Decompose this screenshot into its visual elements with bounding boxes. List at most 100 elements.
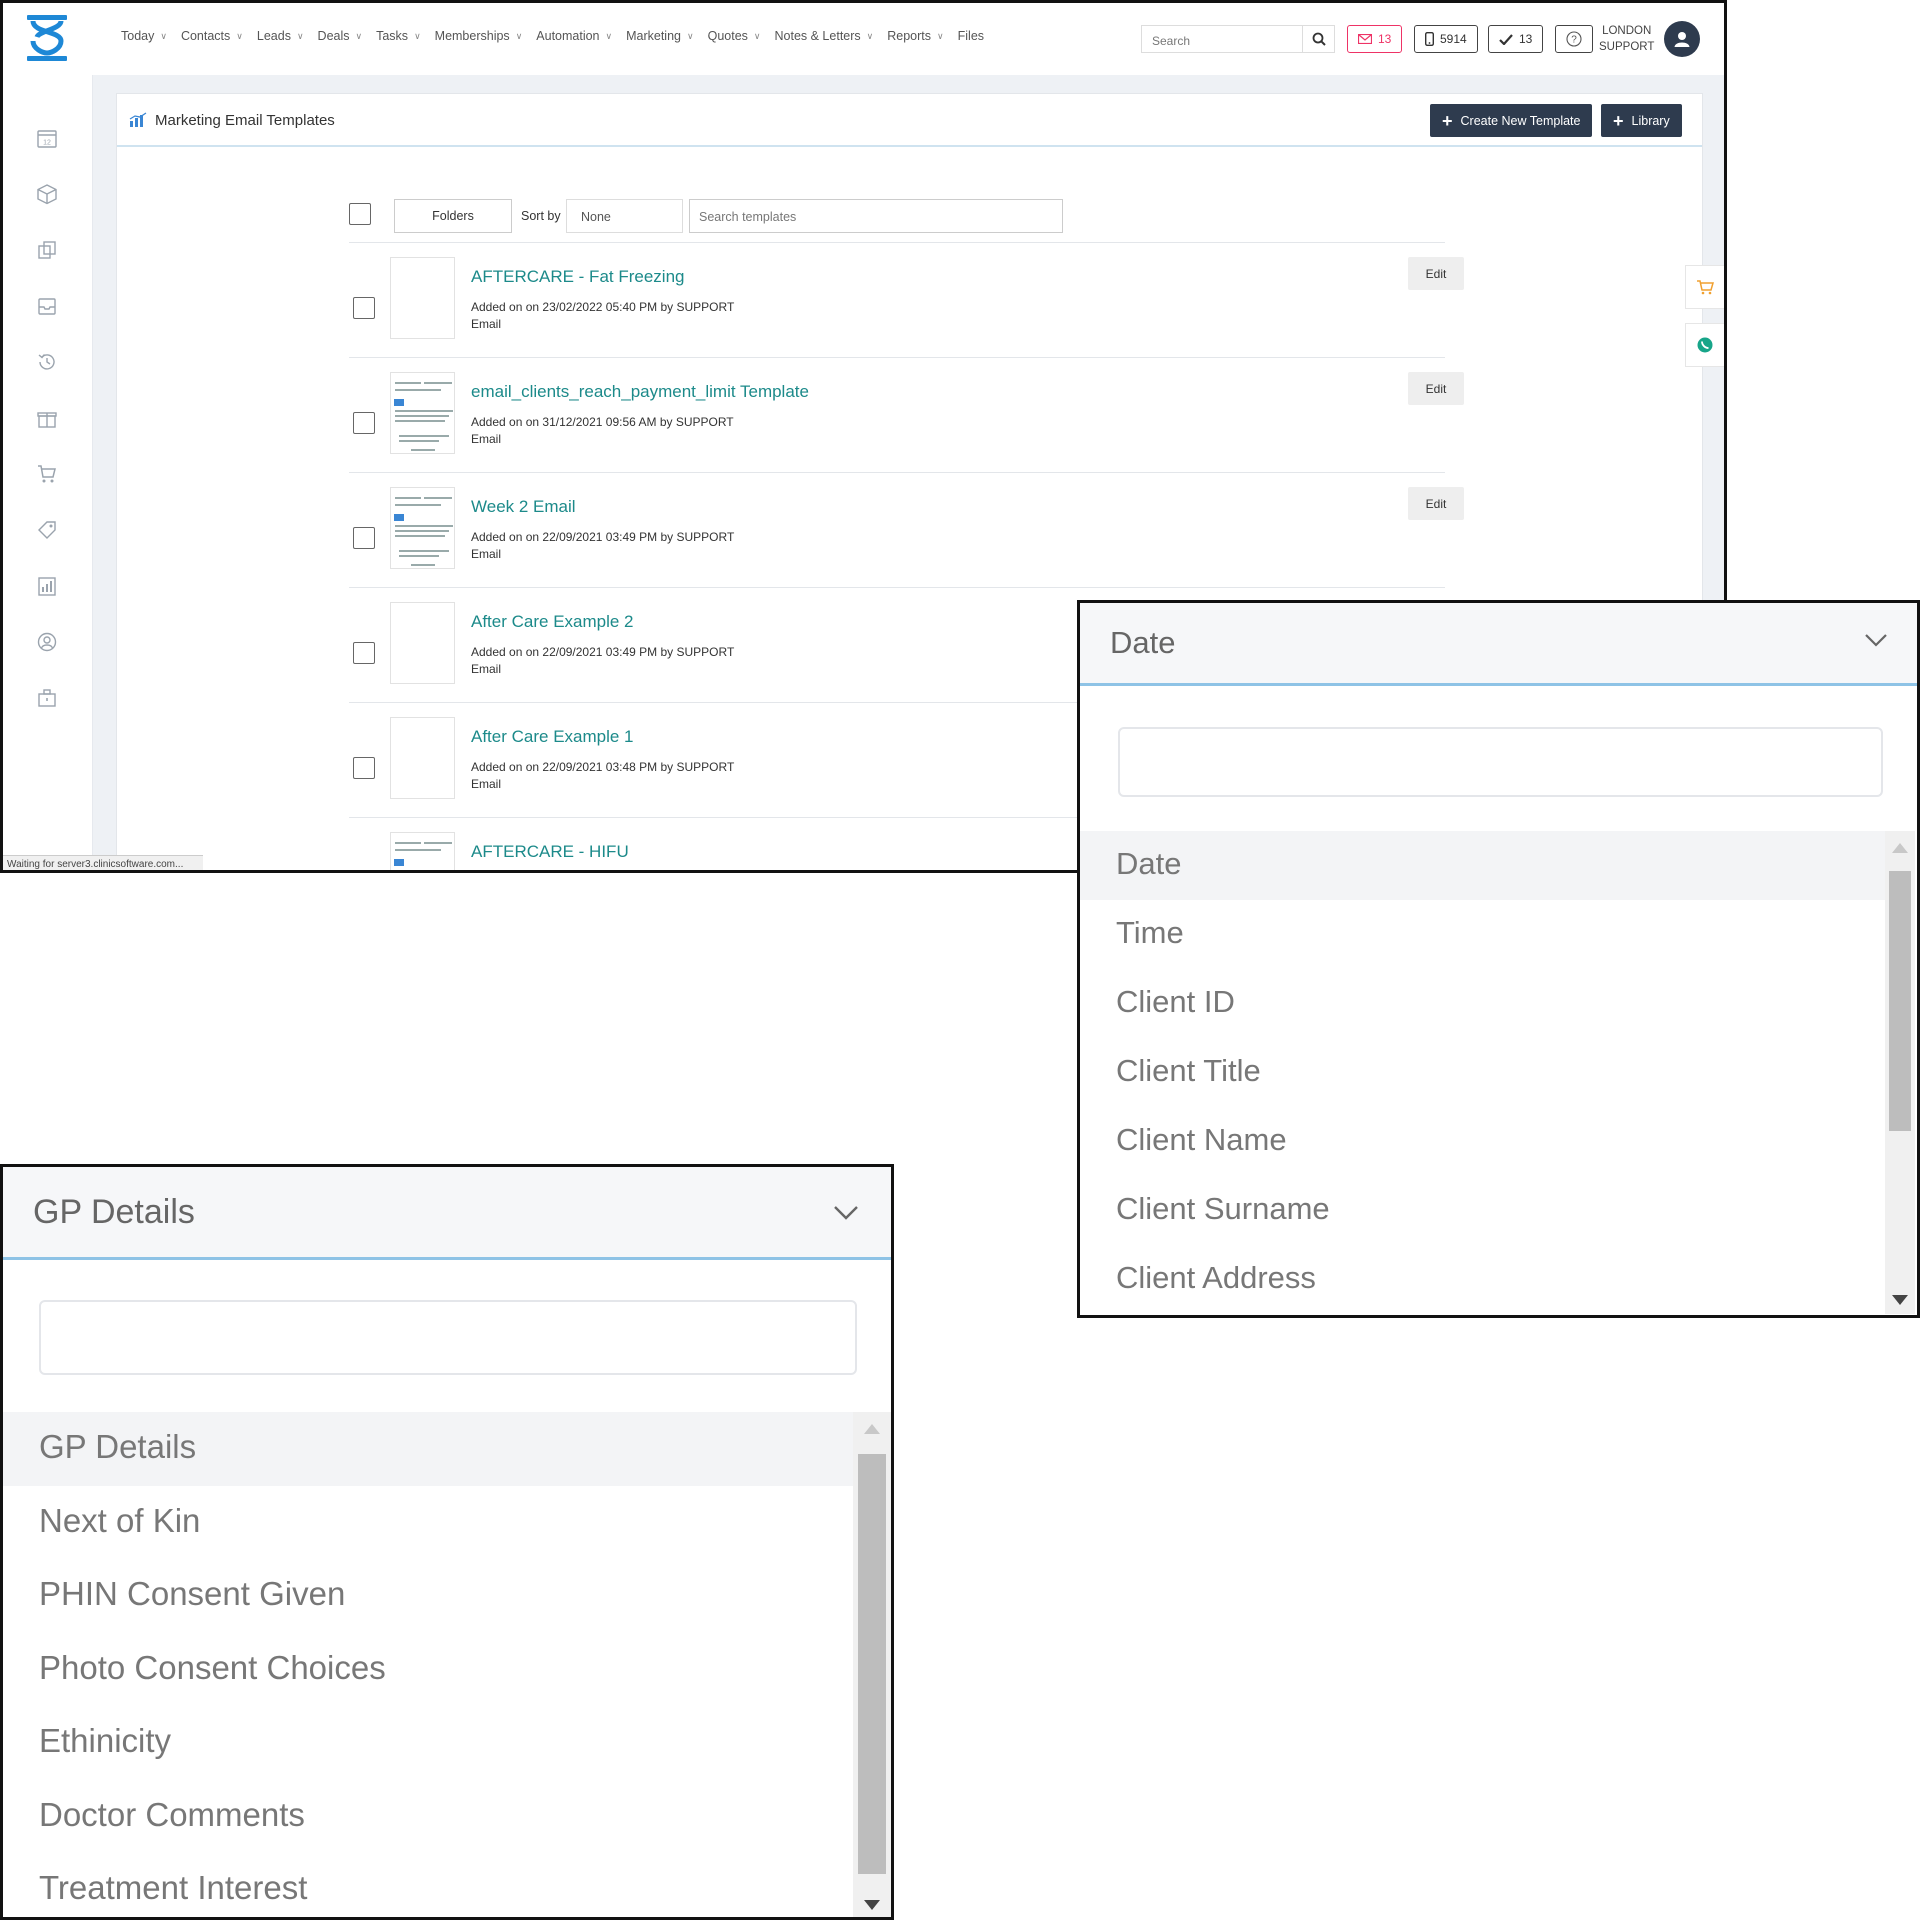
sidebar-item-box[interactable] <box>36 183 58 205</box>
nav-item-notes-letters[interactable]: Notes & Letters ∨ <box>775 29 874 43</box>
nav-item-label: Today <box>121 29 155 43</box>
search-templates-input[interactable]: Search templates <box>689 199 1063 233</box>
gp-option[interactable]: Next of Kin <box>3 1486 853 1560</box>
scroll-up-arrow-icon[interactable] <box>864 1424 880 1434</box>
folders-button[interactable]: Folders <box>394 199 512 233</box>
mail-badge[interactable]: 13 <box>1347 25 1403 53</box>
gp-list-scrollbar[interactable] <box>853 1412 891 1917</box>
template-checkbox[interactable] <box>353 872 375 873</box>
template-thumbnail[interactable] <box>390 602 455 684</box>
global-search-input[interactable]: Search <box>1141 25 1303 53</box>
date-option[interactable]: Client ID <box>1080 969 1885 1038</box>
template-name-link[interactable]: email_clients_reach_payment_limit Templa… <box>471 382 809 402</box>
date-option[interactable]: Client Address <box>1080 1245 1885 1314</box>
gp-dropdown-header[interactable]: GP Details <box>3 1167 891 1260</box>
template-added-info: Added on on 31/12/2021 09:56 AM by SUPPO… <box>471 415 734 429</box>
sidebar-item-calendar[interactable]: 12 <box>36 127 58 149</box>
whatsapp-side-tab[interactable] <box>1685 323 1724 367</box>
gp-option[interactable]: Ethinicity <box>3 1706 853 1780</box>
nav-item-label: Marketing <box>626 29 681 43</box>
sidebar-item-cart[interactable] <box>36 463 58 485</box>
chevron-down-icon: ∨ <box>515 30 523 41</box>
date-scroll-thumb[interactable] <box>1889 871 1911 1131</box>
edit-template-button[interactable]: Edit <box>1408 487 1464 520</box>
nav-item-reports[interactable]: Reports ∨ <box>887 29 943 43</box>
sort-select[interactable]: None <box>566 199 683 233</box>
template-thumbnail[interactable] <box>390 717 455 799</box>
sidebar-item-briefcase[interactable] <box>36 687 58 709</box>
select-all-checkbox[interactable] <box>349 203 371 225</box>
template-row: Week 2 Email Added on on 22/09/2021 03:49… <box>349 472 1464 587</box>
template-thumbnail[interactable] <box>390 832 455 870</box>
template-checkbox[interactable] <box>353 297 375 319</box>
user-name[interactable]: LONDON SUPPORT <box>1599 23 1654 55</box>
date-dropdown-search-input[interactable] <box>1118 727 1883 797</box>
sidebar-item-tag[interactable] <box>36 519 58 541</box>
template-thumbnail[interactable] <box>390 487 455 569</box>
search-button[interactable] <box>1303 25 1335 53</box>
nav-item-files[interactable]: Files <box>958 29 984 43</box>
sidebar-item-copy[interactable] <box>36 239 58 261</box>
date-option[interactable]: Client Name <box>1080 1107 1885 1176</box>
gp-option[interactable]: Doctor Comments <box>3 1780 853 1854</box>
gp-option[interactable]: GP Details <box>3 1412 853 1486</box>
gp-option[interactable]: Photo Consent Choices <box>3 1633 853 1707</box>
date-option[interactable]: Time <box>1080 900 1885 969</box>
template-checkbox[interactable] <box>353 527 375 549</box>
bar-chart-icon <box>129 112 147 127</box>
sidebar-item-inbox[interactable] <box>36 295 58 317</box>
template-checkbox[interactable] <box>353 412 375 434</box>
create-new-template-button[interactable]: + Create New Template <box>1430 104 1593 137</box>
template-name-link[interactable]: After Care Example 1 <box>471 727 634 747</box>
page-title: Marketing Email Templates <box>155 112 335 129</box>
scroll-down-arrow-icon[interactable] <box>1892 1295 1908 1305</box>
date-option[interactable]: Client Surname <box>1080 1176 1885 1245</box>
nav-item-label: Memberships <box>434 29 510 43</box>
nav-item-marketing[interactable]: Marketing ∨ <box>626 29 693 43</box>
gp-dropdown-search-input[interactable] <box>39 1300 857 1375</box>
template-checkbox[interactable] <box>353 642 375 664</box>
help-button[interactable]: ? <box>1555 25 1593 53</box>
nav-item-automation[interactable]: Automation ∨ <box>536 29 612 43</box>
sidebar-item-gift[interactable] <box>36 407 58 429</box>
avatar[interactable] <box>1664 21 1700 57</box>
tasks-badge[interactable]: 13 <box>1488 25 1544 53</box>
nav-item-quotes[interactable]: Quotes ∨ <box>708 29 761 43</box>
nav-item-memberships[interactable]: Memberships ∨ <box>435 29 523 43</box>
date-dropdown-header[interactable]: Date <box>1080 603 1917 686</box>
scroll-down-arrow-icon[interactable] <box>864 1900 880 1910</box>
nav-item-contacts[interactable]: Contacts ∨ <box>181 29 243 43</box>
sidebar-item-history[interactable] <box>36 351 58 373</box>
template-checkbox[interactable] <box>353 757 375 779</box>
date-option[interactable]: Date <box>1080 831 1885 900</box>
nav-item-deals[interactable]: Deals ∨ <box>318 29 363 43</box>
gp-option[interactable]: Treatment Interest <box>3 1853 853 1917</box>
sidebar-item-report[interactable] <box>36 575 58 597</box>
library-button[interactable]: + Library <box>1601 104 1682 137</box>
template-thumbnail[interactable] <box>390 372 455 454</box>
gp-option[interactable]: PHIN Consent Given <box>3 1559 853 1633</box>
edit-template-button[interactable]: Edit <box>1408 257 1464 290</box>
scroll-up-arrow-icon[interactable] <box>1892 843 1908 853</box>
template-name-link[interactable]: AFTERCARE - HIFU <box>471 842 629 862</box>
clinic-logo-icon[interactable] <box>23 13 71 63</box>
template-thumbnail[interactable] <box>390 257 455 339</box>
sidebar-item-user-circle[interactable] <box>36 631 58 653</box>
date-list-scrollbar[interactable] <box>1885 831 1915 1314</box>
template-name-link[interactable]: Week 2 Email <box>471 497 576 517</box>
nav-item-tasks[interactable]: Tasks ∨ <box>376 29 421 43</box>
template-meta: Added on on 22/09/2021 03:49 PM by SUPPO… <box>471 529 734 563</box>
edit-template-button[interactable]: Edit <box>1408 372 1464 405</box>
option-label: Time <box>1116 915 1184 950</box>
nav-item-today[interactable]: Today ∨ <box>121 29 167 43</box>
date-option[interactable]: Client Title <box>1080 1038 1885 1107</box>
nav-item-label: Deals <box>317 29 350 43</box>
option-label: Photo Consent Choices <box>39 1648 386 1686</box>
nav-item-leads[interactable]: Leads ∨ <box>257 29 304 43</box>
chevron-down-icon: ∨ <box>355 30 363 41</box>
cart-side-tab[interactable] <box>1685 265 1724 309</box>
gp-scroll-thumb[interactable] <box>858 1454 886 1874</box>
phone-badge[interactable]: 5914 <box>1414 25 1478 53</box>
template-name-link[interactable]: AFTERCARE - Fat Freezing <box>471 267 685 287</box>
template-name-link[interactable]: After Care Example 2 <box>471 612 634 632</box>
